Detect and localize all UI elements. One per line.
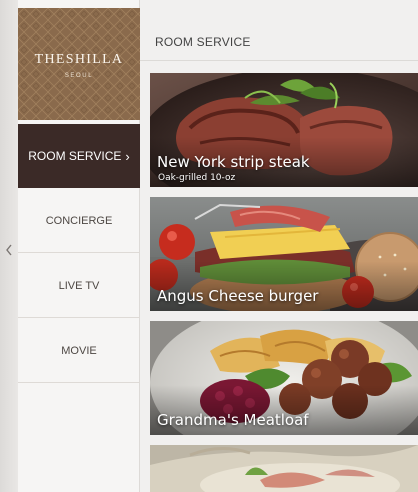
nav-live-tv-label: LIVE TV <box>58 279 100 292</box>
back-edge <box>0 0 18 492</box>
nav-movie[interactable]: MOVIE <box>18 319 140 383</box>
dish-photo <box>150 445 418 492</box>
menu-item-description: Oak-grilled 10-oz <box>158 173 236 183</box>
the-shilla-logo[interactable]: THESHILLA SEOUL <box>18 8 140 120</box>
nav-concierge[interactable]: CONCIERGE <box>18 189 140 253</box>
menu-item-name: Grandma's Meatloaf <box>157 411 309 429</box>
brand-name: THESHILLA <box>34 52 124 67</box>
menu-item-name: New York strip steak <box>157 153 310 171</box>
menu-item-card[interactable]: Angus Cheese burger <box>150 197 418 311</box>
chevron-right-icon: › <box>125 148 130 164</box>
menu-item-name: Angus Cheese burger <box>157 287 319 305</box>
nav-live-tv[interactable]: LIVE TV <box>18 254 140 318</box>
main-content: ROOM SERVICE New York strip steak Oak-gr… <box>140 0 418 492</box>
nav-room-service-label: ROOM SERVICE <box>28 149 122 163</box>
menu-item-card[interactable] <box>150 445 418 492</box>
title-divider <box>140 60 418 61</box>
nav-room-service[interactable]: ROOM SERVICE › <box>18 124 140 188</box>
nav-movie-label: MOVIE <box>61 344 97 357</box>
sidebar: THESHILLA SEOUL ROOM SERVICE › CONCIERGE… <box>18 0 140 492</box>
nav-concierge-label: CONCIERGE <box>45 214 113 227</box>
chevron-left-icon[interactable] <box>4 242 14 258</box>
brand-location: SEOUL <box>64 73 94 79</box>
menu-item-card[interactable]: New York strip steak Oak-grilled 10-oz <box>150 73 418 187</box>
menu-item-card[interactable]: Grandma's Meatloaf <box>150 321 418 435</box>
page-title: ROOM SERVICE <box>155 35 251 49</box>
